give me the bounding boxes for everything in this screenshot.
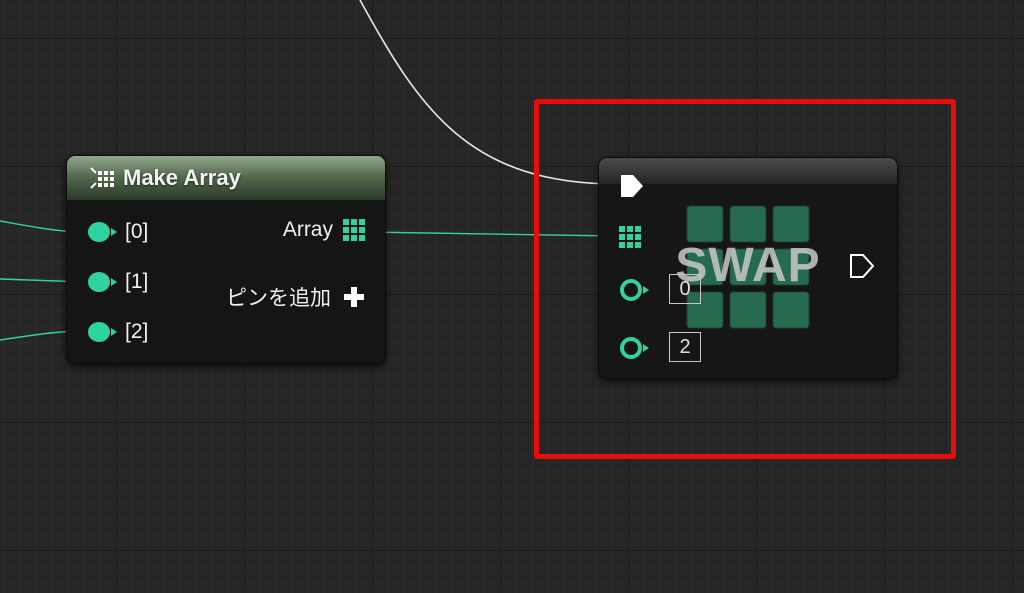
add-pin-label: ピンを追加 — [226, 287, 331, 310]
input-pin-row-2[interactable]: [2] — [87, 320, 148, 344]
make-array-header[interactable]: Make Array — [67, 156, 385, 200]
input-pin-label-0: [0] — [125, 220, 149, 243]
add-pin-button[interactable]: ピンを追加 — [226, 282, 365, 312]
input-pin-2-icon[interactable] — [87, 321, 119, 343]
make-array-node[interactable]: Make Array [0] [1] [2] Array ピンを追加 — [66, 155, 386, 364]
input-pin-1-icon[interactable] — [87, 271, 119, 293]
highlight-box — [534, 99, 956, 459]
plus-icon[interactable] — [343, 286, 365, 308]
array-output-row[interactable]: Array — [283, 218, 365, 242]
array-output-label: Array — [282, 218, 333, 241]
array-icon[interactable] — [343, 219, 365, 241]
input-pin-row-0[interactable]: [0] — [87, 220, 148, 244]
make-array-icon — [90, 167, 114, 189]
input-pin-label-1: [1] — [125, 270, 149, 293]
make-array-title: Make Array — [123, 165, 241, 190]
input-pin-label-2: [2] — [125, 320, 149, 343]
input-pin-0-icon[interactable] — [87, 221, 119, 243]
input-pin-row-1[interactable]: [1] — [87, 270, 148, 294]
